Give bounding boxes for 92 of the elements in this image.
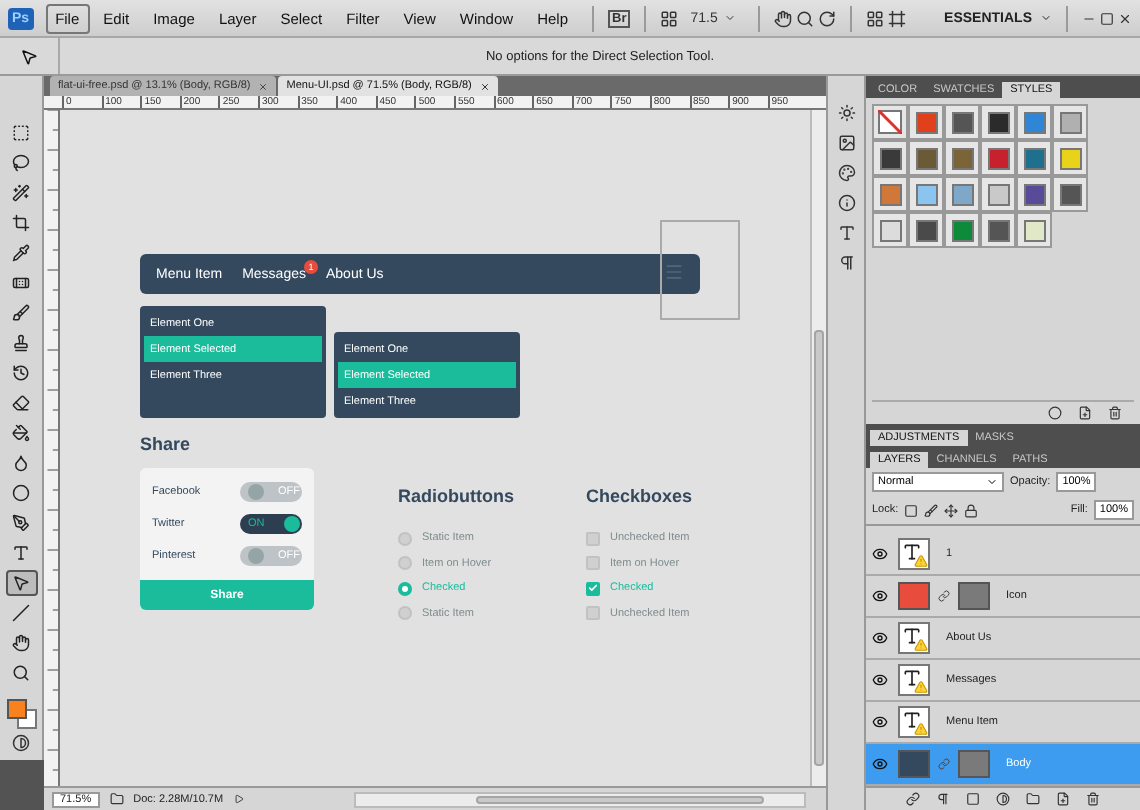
style-preset[interactable] xyxy=(944,104,980,140)
type-icon xyxy=(902,710,922,730)
view-extras-icon[interactable] xyxy=(660,9,679,27)
crop-icon xyxy=(12,214,30,232)
style-preset[interactable] xyxy=(872,140,908,176)
checkbox[interactable] xyxy=(586,531,600,546)
visibility-icon[interactable] xyxy=(872,756,888,772)
lock-all-icon[interactable] xyxy=(964,503,979,517)
image-icon[interactable] xyxy=(837,134,855,152)
style-preset[interactable] xyxy=(908,212,944,248)
tool-button[interactable] xyxy=(5,570,37,596)
zoom-icon[interactable] xyxy=(795,9,814,27)
lock-position-icon[interactable] xyxy=(944,503,959,517)
link-icon[interactable] xyxy=(938,758,950,770)
healing-icon xyxy=(12,274,30,292)
palette-icon[interactable] xyxy=(837,164,855,182)
hand-icon xyxy=(12,634,30,652)
group-icon[interactable] xyxy=(1026,792,1040,806)
lock-paint-icon[interactable] xyxy=(924,503,939,517)
type-icon xyxy=(902,542,922,562)
visibility-icon[interactable] xyxy=(872,630,888,646)
new-layer-icon[interactable] xyxy=(1056,792,1070,806)
style-preset[interactable] xyxy=(980,212,1016,248)
selection-frame xyxy=(660,220,740,320)
wand-icon xyxy=(12,184,30,202)
caret-icon xyxy=(1040,12,1052,24)
rotate-icon[interactable] xyxy=(817,9,836,27)
radio-button[interactable] xyxy=(398,581,412,596)
zoom-icon xyxy=(12,664,30,682)
history-icon xyxy=(12,364,30,382)
type-icon xyxy=(902,626,922,646)
link-icon[interactable] xyxy=(938,590,950,602)
caret-icon xyxy=(986,476,998,488)
style-preset[interactable] xyxy=(1016,176,1052,212)
no-style-icon xyxy=(878,110,902,134)
section-heading: Radiobuttons xyxy=(398,486,516,506)
horizontal-scrollbar[interactable] xyxy=(353,791,806,807)
visibility-icon[interactable] xyxy=(872,588,888,604)
hand-icon[interactable] xyxy=(773,9,792,27)
adjustments-icon[interactable] xyxy=(837,104,855,122)
mask-thumbnail xyxy=(958,582,990,610)
delete-layer-icon[interactable] xyxy=(1086,792,1100,806)
adjustment-layer-icon[interactable] xyxy=(996,792,1010,806)
stamp-icon xyxy=(12,334,30,352)
new-style-icon[interactable] xyxy=(1078,406,1092,420)
blur-icon xyxy=(12,454,30,472)
arrange-icon[interactable] xyxy=(865,9,884,27)
mask-thumbnail xyxy=(958,750,990,778)
paragraph-icon[interactable] xyxy=(837,254,855,272)
section-heading: Share xyxy=(140,434,193,454)
checkbox[interactable] xyxy=(586,556,600,571)
dodge-icon xyxy=(12,484,30,502)
eyedropper-icon xyxy=(12,244,30,262)
delete-icon[interactable] xyxy=(1108,406,1122,420)
character-icon[interactable] xyxy=(837,224,855,242)
type-icon xyxy=(902,668,922,688)
caret-icon xyxy=(723,12,736,24)
style-preset[interactable] xyxy=(980,104,1016,140)
lock-pixels-icon[interactable] xyxy=(904,503,919,517)
direct-selection-icon[interactable] xyxy=(20,47,38,65)
maximize-icon[interactable] xyxy=(1100,11,1114,25)
line-icon xyxy=(12,604,30,622)
vertical-scrollbar[interactable] xyxy=(810,110,826,786)
status-menu-icon[interactable] xyxy=(233,794,244,804)
visibility-icon[interactable] xyxy=(872,672,888,688)
type-icon xyxy=(12,544,30,562)
warning-icon xyxy=(914,638,928,652)
warning-icon xyxy=(914,722,928,736)
lasso-icon xyxy=(12,154,30,172)
style-preset[interactable] xyxy=(1052,176,1088,212)
section-heading: Checkboxes xyxy=(586,486,695,506)
visibility-icon[interactable] xyxy=(872,546,888,562)
checkbox[interactable] xyxy=(586,606,600,621)
info-icon[interactable] xyxy=(837,194,855,212)
visibility-icon[interactable] xyxy=(872,714,888,730)
checkbox[interactable] xyxy=(586,581,600,596)
radio-button[interactable] xyxy=(398,531,412,546)
warning-icon xyxy=(914,554,928,568)
style-preset[interactable] xyxy=(908,140,944,176)
pen-icon xyxy=(12,514,30,532)
add-mask-icon[interactable] xyxy=(966,792,980,806)
color-swatches-icon[interactable] xyxy=(5,698,37,730)
eraser-icon xyxy=(12,394,30,412)
link-layers-icon[interactable] xyxy=(906,792,920,806)
marquee-icon xyxy=(12,124,30,142)
close-icon[interactable] xyxy=(1118,11,1132,25)
warning-icon xyxy=(914,680,928,694)
radio-button[interactable] xyxy=(398,606,412,621)
select-icon xyxy=(12,574,30,592)
radio-button[interactable] xyxy=(398,556,412,571)
brush-icon xyxy=(12,304,30,322)
bucket-icon xyxy=(12,424,30,442)
